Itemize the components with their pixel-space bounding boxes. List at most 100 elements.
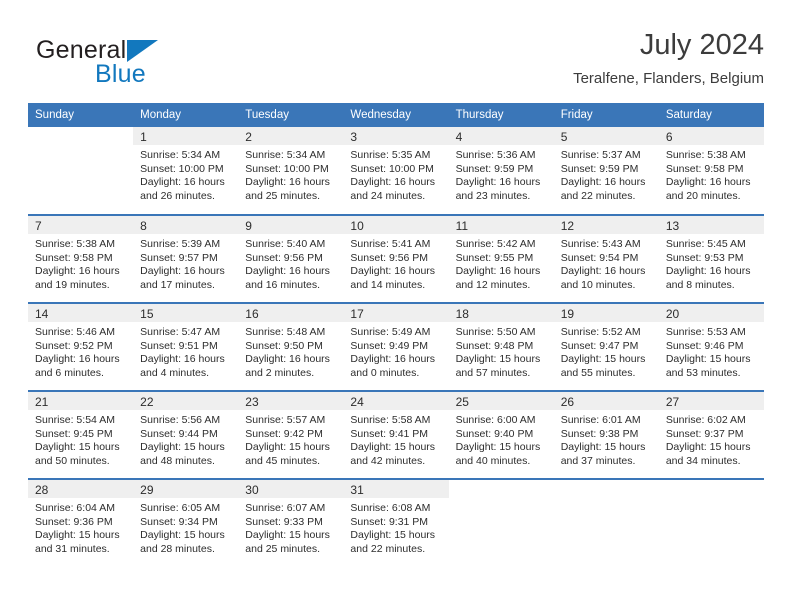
daylight-text-line1: Daylight: 15 hours [560, 441, 646, 454]
day-cell[interactable]: 20 Sunrise: 5:53 AM Sunset: 9:46 PM Dayl… [658, 302, 764, 391]
sunrise-text: Sunrise: 5:41 AM [350, 238, 431, 250]
day-number: 26 [553, 392, 659, 410]
weekday-header-saturday: Saturday [658, 103, 764, 127]
daylight-text-line2: and 55 minutes. [560, 366, 636, 379]
day-details: Sunrise: 6:04 AM Sunset: 9:36 PM Dayligh… [28, 498, 133, 556]
daylight-text-line2: and 0 minutes. [350, 366, 420, 379]
sunrise-text: Sunrise: 5:52 AM [560, 326, 641, 338]
day-cell[interactable]: 12 Sunrise: 5:43 AM Sunset: 9:54 PM Dayl… [553, 214, 659, 303]
day-cell[interactable]: 26 Sunrise: 6:01 AM Sunset: 9:38 PM Dayl… [553, 390, 659, 479]
general-blue-logo: General Blue [36, 36, 236, 94]
day-number: 11 [448, 216, 554, 234]
sunrise-text: Sunrise: 5:40 AM [245, 238, 326, 250]
day-cell[interactable]: 6 Sunrise: 5:38 AM Sunset: 9:58 PM Dayli… [658, 127, 764, 215]
weekday-header-sunday: Sunday [28, 103, 134, 127]
day-details: Sunrise: 6:02 AM Sunset: 9:37 PM Dayligh… [659, 410, 764, 468]
day-cell[interactable]: 9 Sunrise: 5:40 AM Sunset: 9:56 PM Dayli… [238, 214, 344, 303]
sunrise-text: Sunrise: 6:00 AM [455, 414, 536, 426]
logo-text-blue: Blue [95, 60, 146, 88]
day-number: 23 [238, 392, 344, 410]
daylight-text-line1: Daylight: 16 hours [350, 176, 436, 189]
day-cell[interactable]: 25 Sunrise: 6:00 AM Sunset: 9:40 PM Dayl… [448, 390, 554, 479]
day-cell[interactable]: 7 Sunrise: 5:38 AM Sunset: 9:58 PM Dayli… [28, 214, 134, 303]
page-header: General Blue July 2024 Teralfene, Flande… [28, 28, 764, 96]
day-number [449, 480, 554, 498]
sunrise-text: Sunrise: 5:38 AM [35, 238, 115, 250]
day-cell[interactable]: 30 Sunrise: 6:07 AM Sunset: 9:33 PM Dayl… [238, 478, 344, 567]
day-cell[interactable]: 5 Sunrise: 5:37 AM Sunset: 9:59 PM Dayli… [553, 127, 659, 215]
day-cell[interactable]: 1 Sunrise: 5:34 AM Sunset: 10:00 PM Dayl… [133, 127, 239, 215]
day-number: 6 [658, 127, 764, 145]
day-details: Sunrise: 5:48 AM Sunset: 9:50 PM Dayligh… [238, 322, 343, 380]
daylight-text-line1: Daylight: 16 hours [245, 353, 330, 366]
sunrise-text: Sunrise: 5:47 AM [140, 326, 221, 338]
sunset-text: Sunset: 9:51 PM [140, 339, 218, 352]
sunset-text: Sunset: 9:46 PM [665, 339, 744, 352]
day-details: Sunrise: 6:08 AM Sunset: 9:31 PM Dayligh… [343, 498, 448, 556]
day-number [554, 480, 659, 498]
day-cell[interactable]: 4 Sunrise: 5:36 AM Sunset: 9:59 PM Dayli… [448, 127, 554, 215]
sunrise-text: Sunrise: 6:01 AM [560, 414, 641, 426]
day-details: Sunrise: 5:41 AM Sunset: 9:56 PM Dayligh… [343, 234, 448, 292]
sunset-text: Sunset: 9:57 PM [140, 251, 218, 264]
sunset-text: Sunset: 9:50 PM [245, 339, 323, 352]
sunrise-text: Sunrise: 5:57 AM [245, 414, 326, 426]
daylight-text-line2: and 25 minutes. [245, 189, 320, 202]
sunrise-text: Sunrise: 5:37 AM [560, 149, 641, 161]
day-cell[interactable]: 17 Sunrise: 5:49 AM Sunset: 9:49 PM Dayl… [343, 302, 449, 391]
sunset-text: Sunset: 9:59 PM [455, 162, 534, 175]
sunset-text: Sunset: 9:38 PM [560, 427, 639, 440]
daylight-text-line1: Daylight: 15 hours [245, 529, 330, 542]
day-cell[interactable]: 31 Sunrise: 6:08 AM Sunset: 9:31 PM Dayl… [343, 478, 449, 567]
day-details: Sunrise: 5:37 AM Sunset: 9:59 PM Dayligh… [554, 145, 659, 203]
day-details: Sunrise: 5:38 AM Sunset: 9:58 PM Dayligh… [28, 234, 133, 292]
day-cell[interactable]: 22 Sunrise: 5:56 AM Sunset: 9:44 PM Dayl… [133, 390, 239, 479]
daylight-text-line1: Daylight: 16 hours [140, 176, 225, 189]
day-cell[interactable]: 3 Sunrise: 5:35 AM Sunset: 10:00 PM Dayl… [343, 127, 449, 215]
day-cell [658, 478, 764, 567]
daylight-text-line2: and 14 minutes. [350, 278, 426, 291]
daylight-text-line2: and 53 minutes. [665, 366, 741, 379]
sunset-text: Sunset: 9:56 PM [245, 251, 323, 264]
daylight-text-line1: Daylight: 16 hours [245, 176, 330, 189]
day-cell [553, 478, 659, 567]
day-cell[interactable]: 16 Sunrise: 5:48 AM Sunset: 9:50 PM Dayl… [238, 302, 344, 391]
day-details: Sunrise: 5:53 AM Sunset: 9:46 PM Dayligh… [659, 322, 764, 380]
daylight-text-line1: Daylight: 15 hours [350, 529, 436, 542]
sunset-text: Sunset: 9:31 PM [350, 515, 429, 528]
day-cell[interactable]: 13 Sunrise: 5:45 AM Sunset: 9:53 PM Dayl… [658, 214, 764, 303]
daylight-text-line2: and 31 minutes. [35, 542, 110, 555]
day-cell[interactable]: 23 Sunrise: 5:57 AM Sunset: 9:42 PM Dayl… [238, 390, 344, 479]
sunset-text: Sunset: 9:53 PM [665, 251, 744, 264]
daylight-text-line1: Daylight: 16 hours [350, 353, 436, 366]
day-cell[interactable]: 15 Sunrise: 5:47 AM Sunset: 9:51 PM Dayl… [133, 302, 239, 391]
sunrise-text: Sunrise: 5:43 AM [560, 238, 641, 250]
day-cell[interactable]: 29 Sunrise: 6:05 AM Sunset: 9:34 PM Dayl… [133, 478, 239, 567]
daylight-text-line2: and 8 minutes. [665, 278, 735, 291]
day-cell[interactable]: 10 Sunrise: 5:41 AM Sunset: 9:56 PM Dayl… [343, 214, 449, 303]
daylight-text-line2: and 45 minutes. [245, 454, 320, 467]
day-cell[interactable]: 2 Sunrise: 5:34 AM Sunset: 10:00 PM Dayl… [238, 127, 344, 215]
daylight-text-line1: Daylight: 15 hours [35, 529, 120, 542]
sunrise-text: Sunrise: 5:39 AM [140, 238, 221, 250]
day-details: Sunrise: 5:40 AM Sunset: 9:56 PM Dayligh… [238, 234, 343, 292]
day-cell[interactable]: 21 Sunrise: 5:54 AM Sunset: 9:45 PM Dayl… [28, 390, 134, 479]
daylight-text-line2: and 34 minutes. [665, 454, 741, 467]
day-cell[interactable]: 14 Sunrise: 5:46 AM Sunset: 9:52 PM Dayl… [28, 302, 134, 391]
day-cell[interactable]: 28 Sunrise: 6:04 AM Sunset: 9:36 PM Dayl… [28, 478, 134, 567]
day-cell[interactable]: 18 Sunrise: 5:50 AM Sunset: 9:48 PM Dayl… [448, 302, 554, 391]
day-number: 24 [343, 392, 449, 410]
day-details: Sunrise: 5:56 AM Sunset: 9:44 PM Dayligh… [133, 410, 238, 468]
daylight-text-line2: and 19 minutes. [35, 278, 110, 291]
day-cell[interactable]: 24 Sunrise: 5:58 AM Sunset: 9:41 PM Dayl… [343, 390, 449, 479]
day-number: 30 [238, 480, 344, 498]
day-cell[interactable]: 27 Sunrise: 6:02 AM Sunset: 9:37 PM Dayl… [658, 390, 764, 479]
day-details: Sunrise: 5:36 AM Sunset: 9:59 PM Dayligh… [449, 145, 554, 203]
day-details: Sunrise: 5:54 AM Sunset: 9:45 PM Dayligh… [28, 410, 133, 468]
daylight-text-line2: and 12 minutes. [455, 278, 531, 291]
daylight-text-line1: Daylight: 16 hours [350, 265, 436, 278]
day-cell[interactable]: 11 Sunrise: 5:42 AM Sunset: 9:55 PM Dayl… [448, 214, 554, 303]
day-cell[interactable]: 19 Sunrise: 5:52 AM Sunset: 9:47 PM Dayl… [553, 302, 659, 391]
day-cell[interactable]: 8 Sunrise: 5:39 AM Sunset: 9:57 PM Dayli… [133, 214, 239, 303]
day-details: Sunrise: 5:52 AM Sunset: 9:47 PM Dayligh… [554, 322, 659, 380]
